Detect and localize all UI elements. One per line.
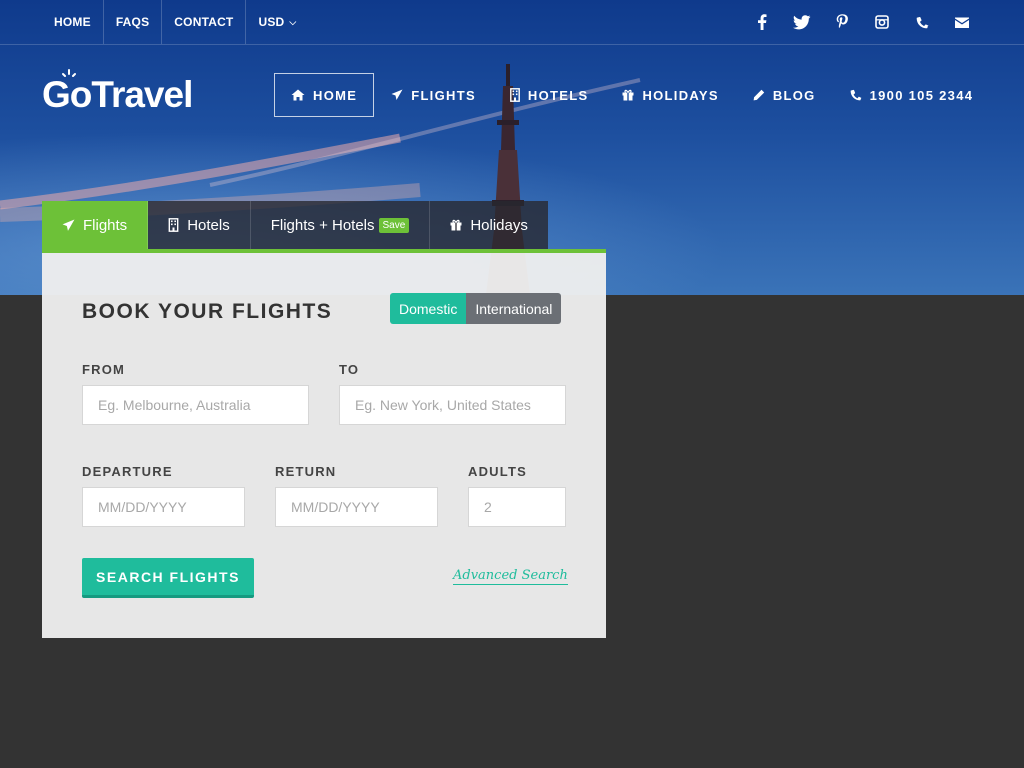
phone-icon xyxy=(850,89,861,101)
building-icon xyxy=(168,218,179,232)
pinterest-icon[interactable] xyxy=(822,0,862,44)
plane-icon xyxy=(391,89,403,100)
nav-hotels[interactable]: HOTELS xyxy=(493,73,606,117)
logo-travel: Travel xyxy=(91,74,193,115)
save-badge: Save xyxy=(378,217,410,233)
return-label: Return xyxy=(275,464,337,479)
logo-go: Go xyxy=(42,69,92,117)
from-label: From xyxy=(82,362,126,377)
from-input[interactable] xyxy=(82,385,309,425)
nav-blog[interactable]: BLOG xyxy=(736,73,833,117)
nav-holidays-label: HOLIDAYS xyxy=(642,87,719,103)
top-bar: HOME FAQS CONTACT USD ⌵ xyxy=(0,0,1024,45)
plane-icon xyxy=(62,219,75,231)
building-icon xyxy=(510,88,520,102)
nav-blog-label: BLOG xyxy=(772,87,816,103)
nav-phone[interactable]: 1900 105 2344 xyxy=(833,73,991,117)
gift-icon xyxy=(622,89,634,101)
to-label: To xyxy=(339,362,360,377)
tab-holidays-label: Holidays xyxy=(470,216,528,234)
trip-type-toggle: Domestic International xyxy=(390,293,562,324)
top-link-faqs[interactable]: FAQS xyxy=(104,0,163,44)
tab-flights-label: Flights xyxy=(83,216,128,234)
nav-flights[interactable]: FLIGHTS xyxy=(374,73,493,117)
nav-home[interactable]: HOME xyxy=(274,73,375,117)
nav-home-label: HOME xyxy=(313,87,358,103)
gift-icon xyxy=(450,219,462,231)
chevron-down-icon: ⌵ xyxy=(289,16,297,27)
nav-holidays[interactable]: HOLIDAYS xyxy=(605,73,735,117)
to-input[interactable] xyxy=(339,385,566,425)
home-icon xyxy=(291,89,305,101)
return-date-input[interactable] xyxy=(275,487,438,527)
departure-date-input[interactable] xyxy=(82,487,245,527)
tab-hotels[interactable]: Hotels xyxy=(148,201,251,249)
currency-dropdown[interactable]: USD ⌵ xyxy=(246,0,308,44)
twitter-icon[interactable] xyxy=(782,0,822,44)
top-link-home[interactable]: HOME xyxy=(42,0,104,44)
toggle-international[interactable]: International xyxy=(466,293,562,324)
toggle-domestic[interactable]: Domestic xyxy=(390,293,467,324)
search-flights-button[interactable]: Search Flights xyxy=(82,558,254,598)
facebook-icon[interactable] xyxy=(742,0,782,44)
advanced-search-link[interactable]: Advanced Search xyxy=(453,568,568,585)
gotravel-logo[interactable]: Go Travel xyxy=(42,69,193,117)
nav-phone-label: 1900 105 2344 xyxy=(869,87,974,103)
tab-flights[interactable]: Flights xyxy=(42,201,149,249)
nav-flights-label: FLIGHTS xyxy=(411,87,476,103)
tab-holidays[interactable]: Holidays xyxy=(430,201,548,249)
adults-label: Adults xyxy=(468,464,527,479)
top-link-contact[interactable]: CONTACT xyxy=(162,0,247,44)
nav-hotels-label: HOTELS xyxy=(527,87,589,103)
flight-search-panel: Book Your Flights Domestic International… xyxy=(42,249,606,638)
booking-tabs: Flights Hotels Flights + Hotels Save Hol… xyxy=(42,201,548,249)
tab-flights-hotels-label: Flights + Hotels xyxy=(270,216,375,234)
main-nav: HOME FLIGHTS HOTELS HOLIDAYS BLOG 1900 1… xyxy=(274,73,990,117)
phone-icon[interactable] xyxy=(902,0,942,44)
departure-label: Departure xyxy=(82,464,173,479)
instagram-icon[interactable] xyxy=(862,0,902,44)
adults-input[interactable] xyxy=(468,487,566,527)
pencil-icon xyxy=(753,89,765,101)
envelope-icon[interactable] xyxy=(942,0,982,44)
form-title: Book Your Flights xyxy=(82,300,333,323)
tab-hotels-label: Hotels xyxy=(187,216,230,234)
tab-flights-hotels[interactable]: Flights + Hotels Save xyxy=(250,201,431,249)
currency-label: USD xyxy=(258,15,285,29)
